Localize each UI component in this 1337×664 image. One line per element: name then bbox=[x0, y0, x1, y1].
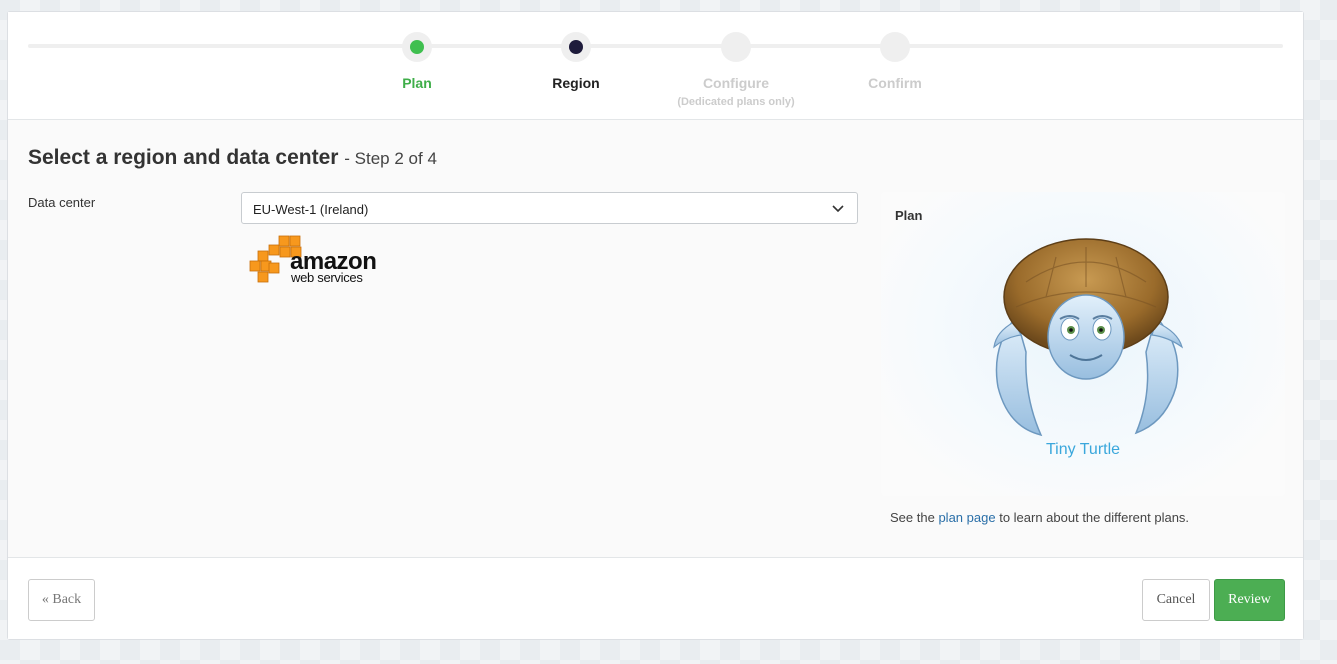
step-region[interactable]: Region bbox=[496, 32, 656, 91]
step-counter: - Step 2 of 4 bbox=[344, 149, 437, 168]
step-region-label: Region bbox=[552, 75, 600, 91]
svg-text:web services: web services bbox=[290, 270, 363, 285]
turtle-illustration bbox=[993, 238, 1184, 437]
step-plan-indicator bbox=[402, 32, 432, 62]
page-title-text: Select a region and data center bbox=[28, 146, 339, 169]
wizard-footer: « Back Cancel Review bbox=[8, 557, 1303, 639]
chevron-down-icon bbox=[832, 205, 844, 213]
plan-note-prefix: See the bbox=[890, 510, 935, 525]
step-configure-label: Configure bbox=[702, 75, 770, 91]
datacenter-select-value: EU-West-1 (Ireland) bbox=[253, 202, 369, 217]
plan-note: See the plan page to learn about the dif… bbox=[890, 510, 1189, 525]
back-button[interactable]: « Back bbox=[28, 579, 95, 621]
page-title: Select a region and data center - Step 2… bbox=[28, 146, 437, 170]
review-button[interactable]: Review bbox=[1214, 579, 1285, 621]
step-configure-sublabel: (Dedicated plans only) bbox=[677, 96, 795, 108]
cancel-button[interactable]: Cancel bbox=[1142, 579, 1210, 621]
step-configure: Configure (Dedicated plans only) bbox=[656, 32, 816, 108]
wizard-card: Plan Region Configure (Dedicated plans o… bbox=[7, 11, 1304, 640]
step-plan-label: Plan bbox=[402, 75, 432, 91]
step-confirm-indicator bbox=[880, 32, 910, 62]
datacenter-label: Data center bbox=[28, 195, 96, 210]
datacenter-select[interactable]: EU-West-1 (Ireland) bbox=[241, 192, 858, 224]
step-configure-indicator bbox=[721, 32, 751, 62]
plan-page-link[interactable]: plan page bbox=[938, 510, 995, 525]
step-region-indicator bbox=[561, 32, 591, 62]
plan-panel-title: Plan bbox=[895, 208, 923, 223]
plan-note-suffix: to learn about the different plans. bbox=[999, 510, 1190, 525]
step-plan[interactable]: Plan bbox=[337, 32, 497, 91]
step-confirm: Confirm bbox=[815, 32, 975, 91]
plan-panel: Plan Tiny Turtle bbox=[881, 192, 1285, 496]
step-confirm-label: Confirm bbox=[868, 75, 922, 91]
plan-name-link[interactable]: Tiny Turtle bbox=[881, 441, 1285, 459]
progress-stepper: Plan Region Configure (Dedicated plans o… bbox=[8, 12, 1303, 120]
aws-logo: amazon web services bbox=[249, 235, 377, 285]
